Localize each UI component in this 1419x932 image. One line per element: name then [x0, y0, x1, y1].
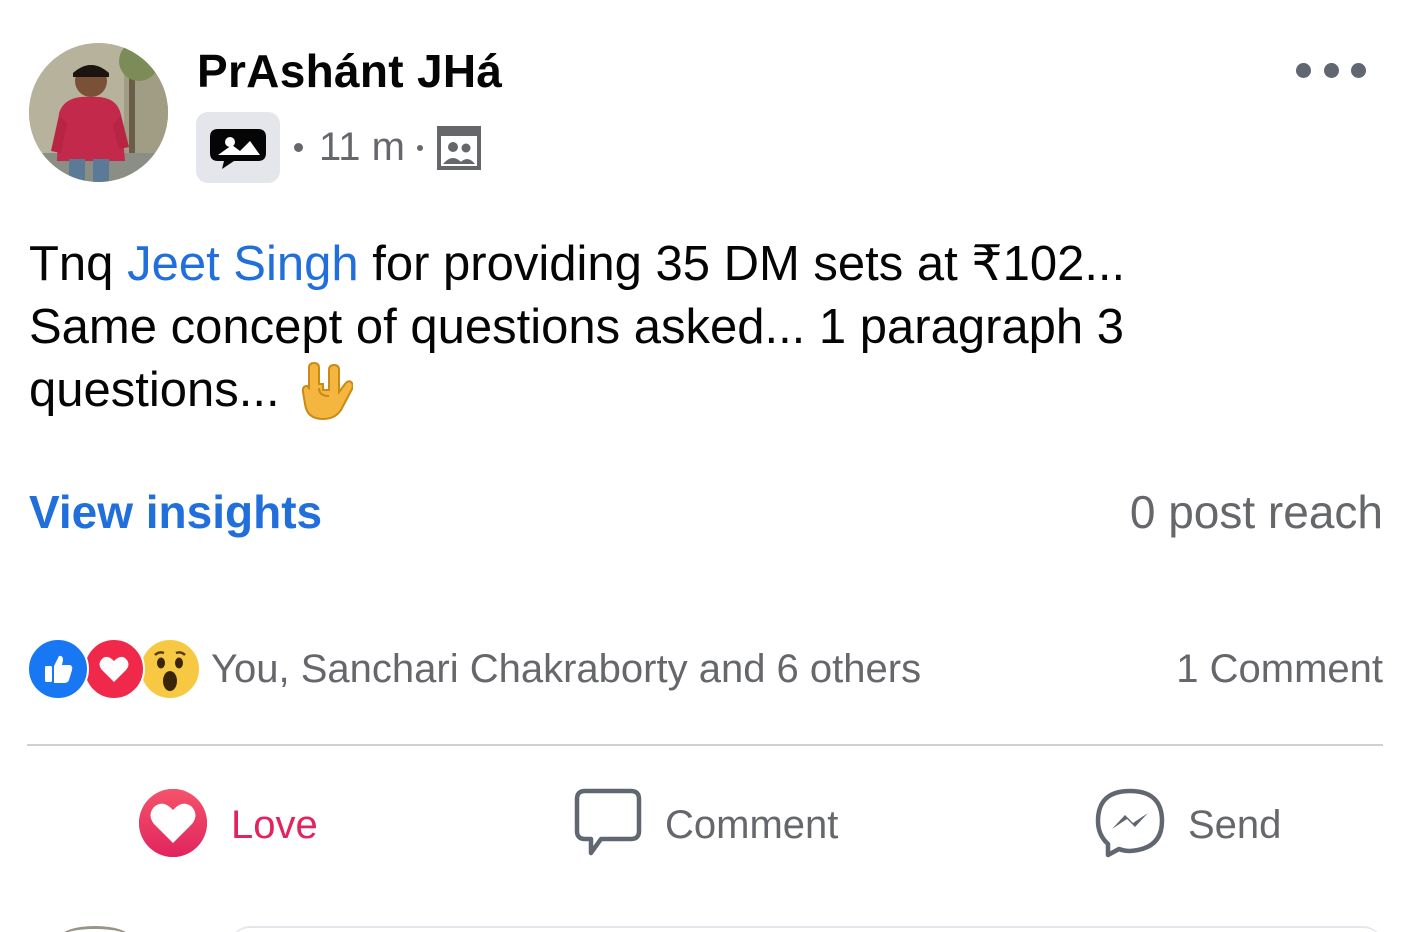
- post-meta: 11 m: [196, 112, 481, 183]
- send-label: Send: [1188, 802, 1282, 847]
- comment-input-peek[interactable]: [230, 926, 1383, 932]
- like-reaction-icon: [27, 638, 89, 700]
- more-dot: [1296, 62, 1311, 78]
- comment-icon: [573, 787, 643, 864]
- love-reaction-icon: [137, 787, 209, 864]
- reaction-names[interactable]: You, Sanchari Chakraborty and 6 others: [211, 647, 921, 692]
- wow-reaction-icon: [139, 638, 201, 700]
- comment-avatar-peek: [60, 926, 130, 932]
- author-avatar[interactable]: [29, 43, 168, 182]
- reaction-icons[interactable]: [27, 638, 201, 700]
- love-you-gesture-icon: [299, 361, 355, 436]
- more-dot: [1323, 62, 1339, 78]
- feed-post: PrAshánt JHá 11 m Tnq Jeet Singh for pro…: [0, 0, 1419, 932]
- post-text-line3: questions...: [29, 363, 280, 417]
- post-reach-count: 0 post reach: [1129, 486, 1383, 538]
- post-body: Tnq Jeet Singh for providing 35 DM sets …: [29, 233, 1389, 436]
- comment-count[interactable]: 1 Comment: [1176, 647, 1383, 692]
- comment-button[interactable]: Comment: [573, 786, 838, 864]
- love-button[interactable]: Love: [137, 786, 318, 864]
- send-button[interactable]: Send: [1094, 786, 1281, 864]
- more-options-button[interactable]: [1296, 52, 1366, 88]
- comment-label: Comment: [665, 802, 839, 847]
- actions-divider: [27, 744, 1383, 746]
- reactions-summary: You, Sanchari Chakraborty and 6 others 1…: [27, 638, 1383, 700]
- author-name[interactable]: PrAshánt JHá: [197, 44, 502, 98]
- post-timestamp[interactable]: 11 m: [319, 125, 405, 170]
- sticker-bubble-icon[interactable]: [196, 112, 280, 183]
- mention-link[interactable]: Jeet Singh: [127, 237, 359, 291]
- meta-separator: [416, 144, 423, 151]
- post-text-line2: Same concept of questions asked... 1 par…: [29, 300, 1125, 354]
- friends-group-icon[interactable]: [436, 125, 481, 170]
- love-reaction-icon: [83, 638, 145, 700]
- more-dot: [1351, 62, 1366, 78]
- post-text-line1: for providing 35 DM sets at ₹102...: [358, 237, 1126, 291]
- meta-dot: [294, 143, 303, 152]
- love-label: Love: [231, 802, 318, 847]
- post-text-prefix: Tnq: [29, 237, 128, 291]
- messenger-icon: [1094, 787, 1166, 864]
- view-insights-link[interactable]: View insights: [29, 485, 322, 539]
